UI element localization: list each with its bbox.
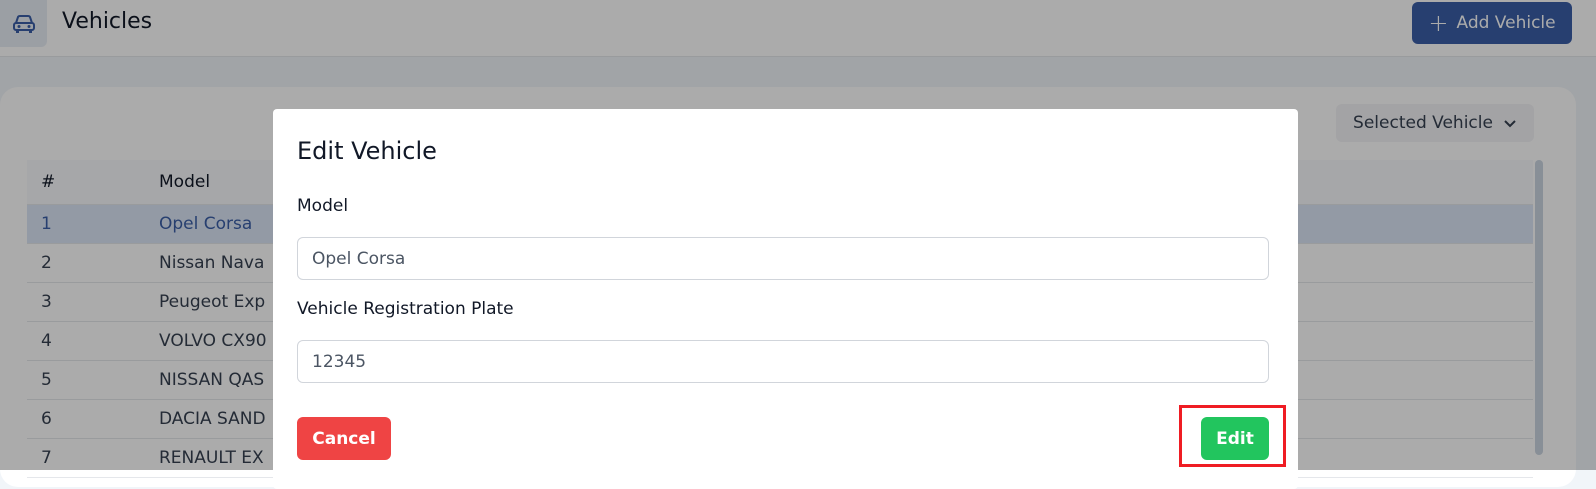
modal-title: Edit Vehicle: [297, 137, 437, 165]
model-input[interactable]: [297, 237, 1269, 280]
edit-button-highlight: [1179, 405, 1286, 467]
model-label: Model: [297, 196, 349, 216]
registration-plate-input[interactable]: [297, 340, 1269, 383]
registration-plate-label: Vehicle Registration Plate: [297, 299, 514, 319]
cancel-button[interactable]: Cancel: [297, 417, 391, 460]
edit-vehicle-modal: Edit Vehicle Model Vehicle Registration …: [273, 109, 1298, 489]
